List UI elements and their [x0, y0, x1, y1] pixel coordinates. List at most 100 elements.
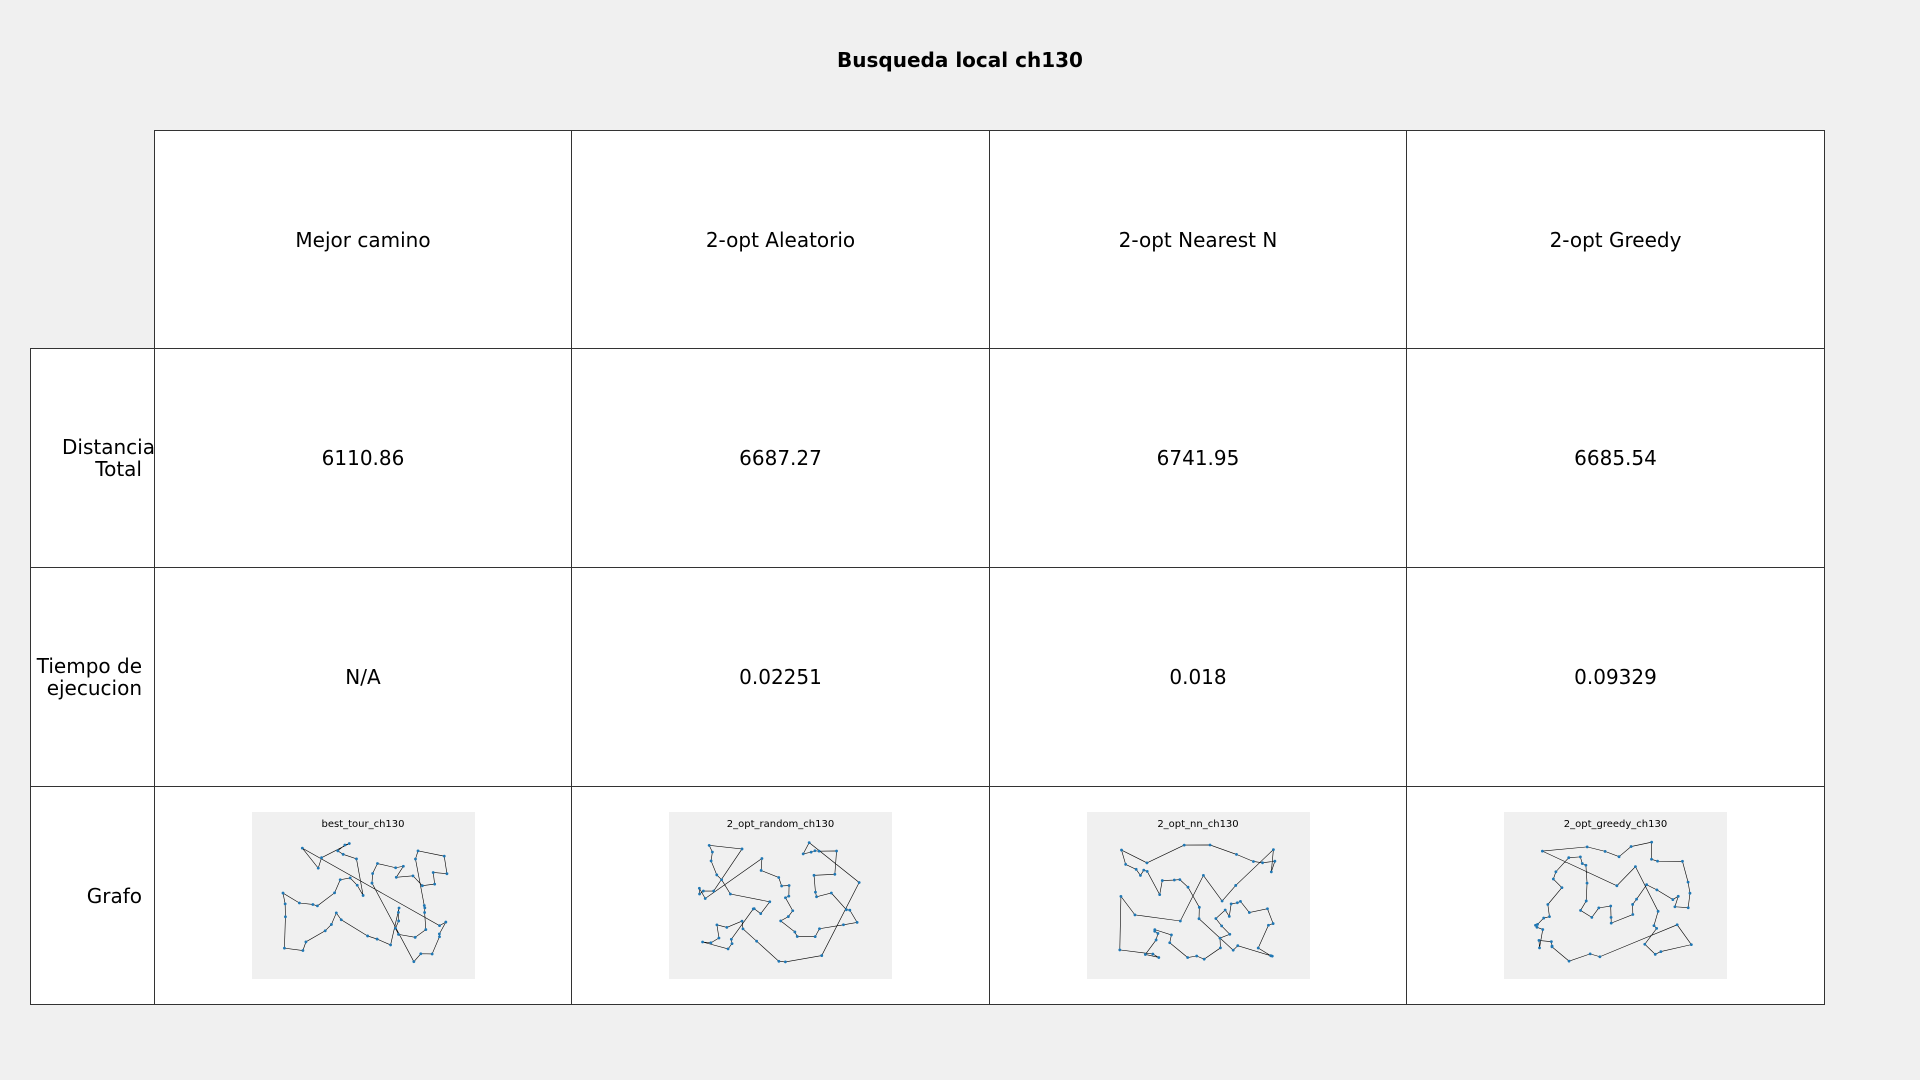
tour-node	[393, 866, 397, 870]
tour-node	[725, 926, 729, 929]
row-label-time: Tiempo de ejecucion	[36, 654, 142, 700]
tour-node	[1235, 944, 1239, 948]
tour-node	[418, 952, 422, 956]
tour-node	[437, 924, 441, 928]
tour-node	[420, 884, 424, 888]
tour-node	[332, 891, 336, 895]
tour-node	[365, 934, 369, 938]
tour-node	[813, 935, 817, 939]
tour-node	[759, 912, 763, 916]
tour-node	[1218, 936, 1221, 940]
tour-node	[1609, 921, 1613, 925]
tour-node	[370, 872, 374, 875]
col-header-random: 2-opt Aleatorio	[571, 130, 990, 349]
tour-node	[388, 943, 392, 947]
tour-node	[354, 857, 358, 861]
tour-node	[1686, 906, 1690, 910]
tour-node	[1548, 915, 1551, 919]
tour-node	[784, 896, 787, 900]
tour-graph	[697, 841, 861, 964]
tour-node	[1208, 843, 1211, 847]
cell-graph-nn: 2_opt_nn_ch130	[989, 786, 1407, 1005]
thumbnail-title: 2_opt_nn_ch130	[1157, 819, 1239, 830]
thumbnail-title: 2_opt_random_ch130	[726, 819, 835, 830]
tour-node	[375, 937, 378, 941]
tour-node	[315, 904, 319, 908]
tour-node	[1549, 940, 1553, 944]
tour-node	[1235, 901, 1239, 905]
tour-node	[813, 849, 817, 853]
tour-node	[1133, 913, 1136, 917]
tour-node	[1182, 843, 1186, 847]
tour-node	[707, 843, 711, 847]
tour-node	[703, 897, 707, 900]
tour-node	[1584, 899, 1588, 903]
tour-node	[779, 919, 783, 923]
tour-node	[1656, 909, 1660, 913]
tour-node	[1227, 914, 1231, 918]
tour-node	[760, 857, 764, 860]
tour-node	[316, 866, 320, 870]
tour-edges	[282, 843, 447, 963]
tour-node	[1541, 928, 1545, 931]
tour-node	[1578, 855, 1582, 859]
tour-node	[1169, 933, 1173, 937]
tour-node	[848, 908, 852, 912]
tour-node	[1675, 923, 1679, 927]
tour-node	[1551, 877, 1555, 881]
tour-node	[814, 890, 817, 894]
tour-node	[857, 881, 861, 884]
tour-node	[755, 939, 759, 943]
tour-node	[281, 891, 284, 895]
tour-node	[709, 859, 713, 863]
tour-node	[1156, 956, 1160, 959]
tour-node	[1167, 941, 1171, 945]
tour-node	[304, 940, 307, 944]
tour-node	[835, 849, 838, 853]
tour-node	[1231, 948, 1235, 952]
tour-node	[1546, 903, 1550, 906]
tour-node	[355, 883, 359, 887]
tour-node	[728, 892, 732, 896]
tour-node	[370, 881, 373, 885]
tour-node	[818, 927, 821, 931]
tour-node	[698, 892, 701, 896]
tour-edges	[1535, 841, 1692, 962]
cell-distance-greedy: 6685.54	[1406, 348, 1825, 568]
cell-time-nn: 0.018	[989, 567, 1407, 787]
tour-node	[709, 941, 713, 945]
tour-node	[751, 907, 755, 911]
tour-node	[780, 884, 784, 888]
tour-node	[442, 854, 446, 858]
row-header-time: Tiempo de ejecucion	[30, 567, 155, 787]
tour-node	[1634, 865, 1637, 869]
tour-node	[394, 875, 398, 879]
tour-node	[807, 841, 811, 845]
tour-node	[1567, 856, 1571, 860]
tour-node	[1186, 885, 1189, 889]
tour-node	[801, 852, 805, 856]
tour-node	[1194, 954, 1198, 958]
tour-node	[1659, 950, 1663, 953]
tour-node	[1585, 845, 1589, 849]
tour-node	[1160, 879, 1164, 882]
tour-node	[1585, 881, 1589, 885]
tour-node	[1145, 869, 1149, 873]
tour-node	[844, 908, 848, 912]
tour-node	[335, 849, 339, 853]
tour-node	[1598, 955, 1602, 959]
tour-node	[413, 935, 417, 939]
tour-node	[1567, 959, 1571, 963]
tour-node	[411, 874, 414, 878]
tour-node	[1542, 916, 1546, 920]
tour-node	[855, 920, 859, 924]
tour-node	[413, 857, 417, 861]
tour-node	[1138, 874, 1142, 877]
tour-node	[1269, 870, 1273, 874]
tour-node	[422, 906, 426, 910]
tour-node	[715, 873, 719, 877]
tour-node	[416, 849, 419, 853]
tour-node	[342, 843, 346, 847]
tour-node	[329, 923, 333, 926]
tour-node	[701, 940, 704, 944]
